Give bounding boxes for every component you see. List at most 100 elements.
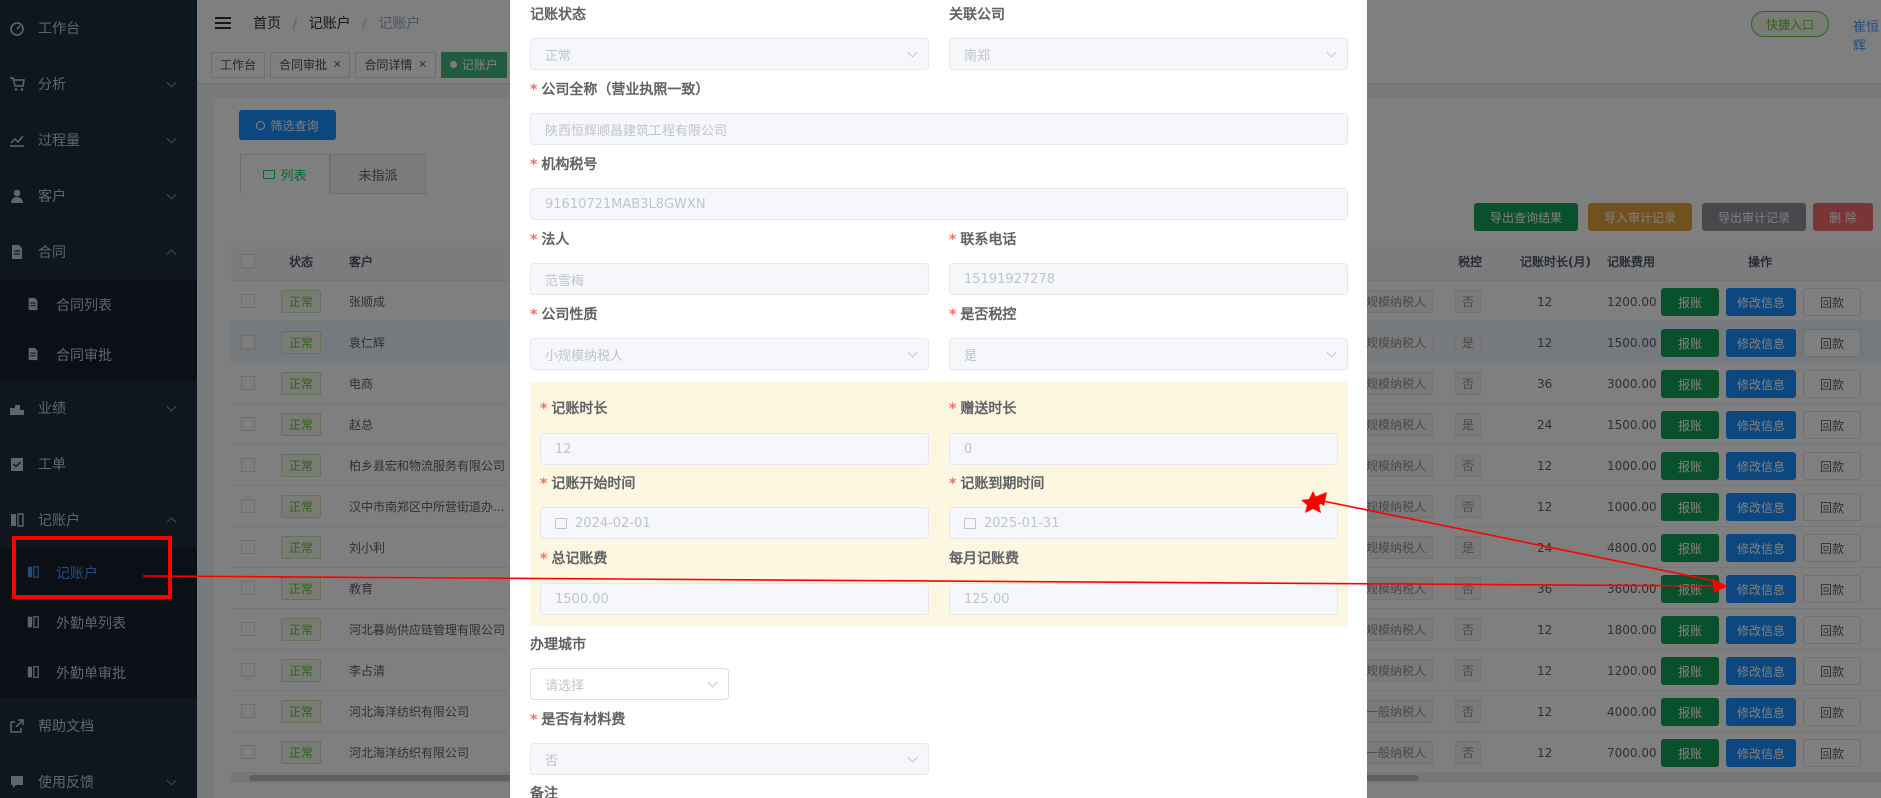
legal-input[interactable]: 范雪梅 — [530, 263, 929, 295]
taxno-input[interactable]: 91610721MAB3L8GWXN — [530, 188, 1348, 220]
city-select[interactable]: 请选择 — [530, 668, 729, 700]
end-date-input[interactable]: 2025-01-31 — [949, 507, 1338, 539]
sidebar-subitem-contract-list[interactable]: 合同列表 — [0, 280, 197, 330]
filter-button[interactable]: 筛选查询 — [239, 110, 336, 140]
payment-button[interactable]: 回款 — [1803, 739, 1861, 767]
edit-info-button[interactable]: 修改信息 — [1726, 370, 1796, 398]
edit-info-button[interactable]: 修改信息 — [1726, 452, 1796, 480]
customer-name[interactable]: 赵总 — [349, 404, 373, 445]
fullname-input[interactable]: 陕西恒辉顺昌建筑工程有限公司 — [530, 113, 1348, 145]
sidebar-subitem-field-list[interactable]: 外勤单列表 — [0, 598, 197, 648]
report-button[interactable]: 报账 — [1661, 739, 1719, 767]
select-all-checkbox[interactable] — [241, 254, 255, 268]
sidebar-item-contract[interactable]: 合同 — [0, 224, 197, 280]
row-checkbox[interactable] — [241, 335, 255, 349]
customer-name[interactable]: 柏乡县宏和物流服务有限公司 — [349, 445, 505, 486]
report-button[interactable]: 报账 — [1661, 534, 1719, 562]
row-checkbox[interactable] — [241, 704, 255, 718]
report-button[interactable]: 报账 — [1661, 288, 1719, 316]
edit-info-button[interactable]: 修改信息 — [1726, 329, 1796, 357]
customer-name[interactable]: 汉中市南郑区中所营街道办... — [349, 486, 504, 527]
row-checkbox[interactable] — [241, 499, 255, 513]
sidebar-item-customer[interactable]: 客户 — [0, 168, 197, 224]
row-checkbox[interactable] — [241, 581, 255, 595]
gift-input[interactable]: 0 — [949, 433, 1338, 465]
sidebar-item-analysis[interactable]: 分析 — [0, 56, 197, 112]
phone-input[interactable]: 15191927278 — [949, 263, 1348, 295]
sidebar-item-help[interactable]: 帮助文档 — [0, 698, 197, 754]
customer-name[interactable]: 教育 — [349, 568, 373, 609]
nature-select[interactable]: 小规模纳税人 — [530, 338, 929, 370]
sidebar-item-performance[interactable]: 业绩 — [0, 380, 197, 436]
row-checkbox[interactable] — [241, 376, 255, 390]
customer-name[interactable]: 刘小利 — [349, 527, 385, 568]
monthly-input[interactable]: 125.00 — [949, 583, 1338, 615]
close-icon[interactable]: × — [333, 59, 341, 70]
edit-info-button[interactable]: 修改信息 — [1726, 657, 1796, 685]
export-audit-button[interactable]: 导出审计记录 — [1702, 203, 1806, 231]
report-button[interactable]: 报账 — [1661, 575, 1719, 603]
report-button[interactable]: 报账 — [1661, 411, 1719, 439]
payment-button[interactable]: 回款 — [1803, 698, 1861, 726]
report-button[interactable]: 报账 — [1661, 452, 1719, 480]
row-checkbox[interactable] — [241, 745, 255, 759]
row-checkbox[interactable] — [241, 622, 255, 636]
payment-button[interactable]: 回款 — [1803, 329, 1861, 357]
report-button[interactable]: 报账 — [1661, 370, 1719, 398]
sidebar-item-process[interactable]: 过程量 — [0, 112, 197, 168]
sidebar-item-dashboard[interactable]: 工作台 — [0, 0, 197, 56]
payment-button[interactable]: 回款 — [1803, 616, 1861, 644]
report-button[interactable]: 报账 — [1661, 329, 1719, 357]
company-select[interactable]: 南郑 — [949, 38, 1348, 70]
close-icon[interactable]: × — [418, 59, 426, 70]
edit-info-button[interactable]: 修改信息 — [1726, 411, 1796, 439]
sidebar-subitem-contract-approval[interactable]: 合同审批 — [0, 330, 197, 380]
delete-button[interactable]: 删 除 — [1813, 203, 1873, 231]
sidebar-item-feedback[interactable]: 使用反馈 — [0, 754, 197, 798]
tag-accounts[interactable]: 记账户 — [440, 51, 507, 78]
edit-info-button[interactable]: 修改信息 — [1726, 575, 1796, 603]
tab-unassigned[interactable]: 未指派 — [330, 154, 426, 194]
row-checkbox[interactable] — [241, 294, 255, 308]
tag-contract-approval[interactable]: 合同审批 × — [270, 51, 351, 78]
report-button[interactable]: 报账 — [1661, 493, 1719, 521]
report-button[interactable]: 报账 — [1661, 657, 1719, 685]
hamburger-icon[interactable] — [215, 17, 231, 29]
edit-info-button[interactable]: 修改信息 — [1726, 534, 1796, 562]
customer-name[interactable]: 河北海洋纺织有限公司 — [349, 732, 469, 773]
customer-name[interactable]: 河北海洋纺织有限公司 — [349, 691, 469, 732]
breadcrumb-home[interactable]: 首页 — [253, 16, 281, 32]
payment-button[interactable]: 回款 — [1803, 370, 1861, 398]
row-checkbox[interactable] — [241, 417, 255, 431]
report-button[interactable]: 报账 — [1661, 616, 1719, 644]
duration-input[interactable]: 12 — [540, 433, 929, 465]
row-checkbox[interactable] — [241, 663, 255, 677]
row-checkbox[interactable] — [241, 458, 255, 472]
edit-info-button[interactable]: 修改信息 — [1726, 493, 1796, 521]
tab-list[interactable]: 列表 — [240, 154, 330, 194]
breadcrumb-accounts[interactable]: 记账户 — [309, 16, 351, 32]
sidebar-subitem-field-approval[interactable]: 外勤单审批 — [0, 648, 197, 698]
edit-info-button[interactable]: 修改信息 — [1726, 739, 1796, 767]
payment-button[interactable]: 回款 — [1803, 288, 1861, 316]
payment-button[interactable]: 回款 — [1803, 575, 1861, 603]
sidebar-item-workorder[interactable]: 工单 — [0, 436, 197, 492]
edit-info-button[interactable]: 修改信息 — [1726, 698, 1796, 726]
import-audit-button[interactable]: 导入审计记录 — [1588, 203, 1692, 231]
tag-dashboard[interactable]: 工作台 — [211, 51, 266, 78]
taxctl-select[interactable]: 是 — [949, 338, 1348, 370]
quick-entry-button[interactable]: 快捷入口 — [1751, 11, 1830, 37]
report-button[interactable]: 报账 — [1661, 698, 1719, 726]
customer-name[interactable]: 电商 — [349, 363, 373, 404]
payment-button[interactable]: 回款 — [1803, 657, 1861, 685]
user-name[interactable]: 崔恒辉 — [1853, 16, 1881, 54]
total-input[interactable]: 1500.00 — [540, 583, 929, 615]
payment-button[interactable]: 回款 — [1803, 452, 1861, 480]
status-select[interactable]: 正常 — [530, 38, 929, 70]
material-select[interactable]: 否 — [530, 743, 929, 775]
customer-name[interactable]: 袁仁辉 — [349, 322, 385, 363]
payment-button[interactable]: 回款 — [1803, 534, 1861, 562]
customer-name[interactable]: 河北暮尚供应链管理有限公司 — [349, 609, 505, 650]
start-date-input[interactable]: 2024-02-01 — [540, 507, 929, 539]
tag-contract-detail[interactable]: 合同详情 × — [355, 51, 436, 78]
